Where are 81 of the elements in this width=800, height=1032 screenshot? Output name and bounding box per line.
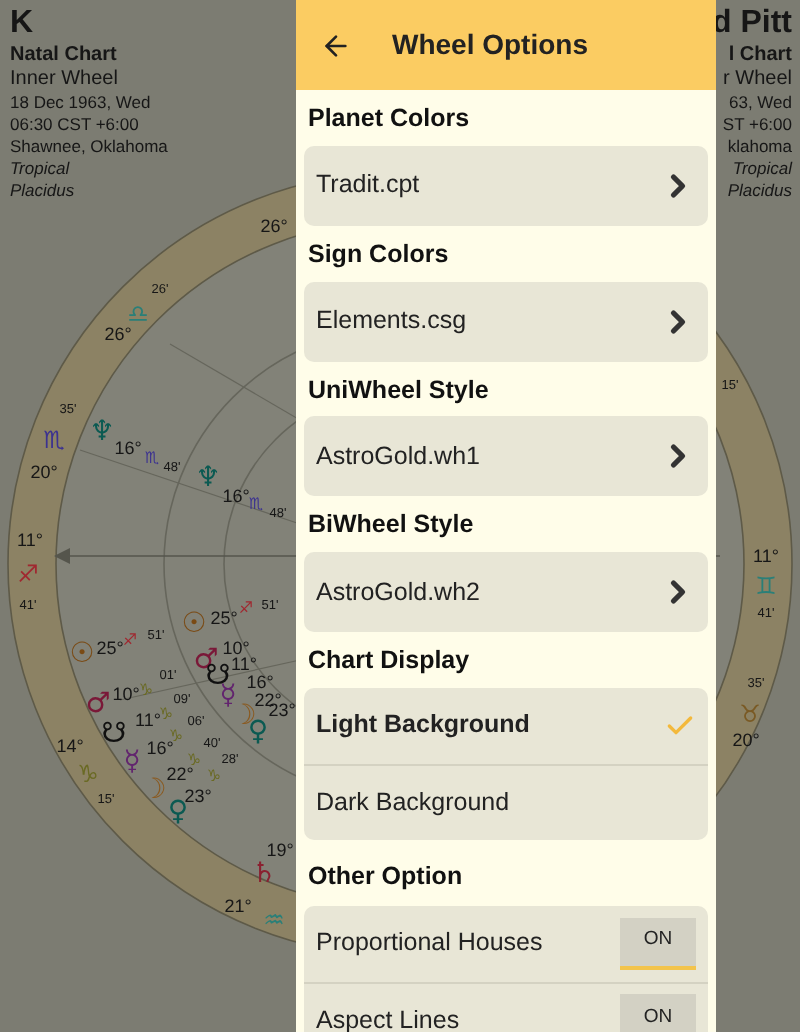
zodiac-sign: ♑ bbox=[138, 681, 154, 699]
zodiac-sign: ♎ bbox=[127, 300, 149, 328]
zodiac-sign: ♐ bbox=[238, 599, 254, 617]
degree-label: 16° bbox=[146, 738, 174, 758]
chart-place: klahoma bbox=[727, 136, 792, 158]
degree-label: 16° bbox=[114, 438, 142, 458]
zodiac-sign: ♑ bbox=[206, 767, 222, 785]
wheel-label: Inner Wheel bbox=[10, 68, 118, 92]
wheel-label: r Wheel bbox=[723, 68, 792, 92]
degree-label: 26° bbox=[260, 216, 288, 236]
section-heading: UniWheel Style bbox=[306, 373, 491, 408]
degree-label: 11° bbox=[17, 530, 43, 550]
planet-symbol: ☿ bbox=[123, 746, 141, 778]
section-heading: Planet Colors bbox=[306, 102, 472, 136]
toggle-button[interactable]: ON bbox=[620, 994, 696, 1032]
planet-symbol: ♀ bbox=[167, 796, 189, 828]
file-selector[interactable]: AstroGold.wh1 bbox=[304, 416, 708, 497]
chart-place: Shawnee, Oklahoma bbox=[10, 136, 168, 158]
planet-symbol: ♆ bbox=[195, 462, 221, 494]
degree-label: 25° bbox=[210, 608, 238, 628]
section-heading: BiWheel Style bbox=[306, 508, 476, 543]
planet-symbol: ♄ bbox=[251, 858, 277, 890]
degree-label: 11° bbox=[753, 546, 779, 566]
section-heading: Other Option bbox=[306, 859, 465, 894]
zodiac-sign: ♑ bbox=[77, 760, 99, 788]
degree-label: 11° bbox=[231, 654, 257, 674]
degree-label: 19° bbox=[266, 840, 294, 860]
zodiac-sign: ♑ bbox=[168, 727, 184, 745]
dialog-title: Wheel Options bbox=[392, 26, 588, 64]
chart-date: 18 Dec 1963, Wed bbox=[10, 92, 151, 114]
file-selector[interactable]: Tradit.cpt bbox=[304, 145, 708, 226]
degree-label: 11° bbox=[135, 710, 161, 730]
option-row[interactable]: Dark Background bbox=[304, 763, 708, 840]
chart-type: Natal Chart bbox=[10, 42, 117, 68]
degree-label: 25° bbox=[96, 638, 124, 658]
degree-label: 20° bbox=[30, 462, 58, 482]
degree-label: 26° bbox=[104, 324, 132, 344]
degree-label: 10° bbox=[222, 638, 250, 658]
back-button[interactable] bbox=[320, 29, 352, 61]
planet-symbol: ☉ bbox=[181, 608, 207, 640]
zodiac-sign: ♒ bbox=[263, 906, 285, 934]
zodiac-sign: ♏ bbox=[144, 449, 160, 467]
planet-symbol: ☉ bbox=[69, 638, 95, 670]
chart-time: 06:30 CST +6:00 bbox=[10, 114, 139, 136]
degree-label: 23° bbox=[184, 786, 212, 806]
planet-symbol: ♂ bbox=[85, 688, 111, 720]
zodiac-sign: ♐ bbox=[17, 560, 39, 588]
zodiac-type: Tropical bbox=[10, 158, 70, 180]
zodiac-sign: ♐ bbox=[122, 631, 138, 649]
degree-label: 22° bbox=[166, 764, 194, 784]
chart-name: K bbox=[10, 6, 34, 42]
option-label: Aspect Lines bbox=[316, 1003, 460, 1032]
degree-label: 14° bbox=[56, 736, 84, 756]
degree-label: 16° bbox=[246, 672, 274, 692]
chart-time: ST +6:00 bbox=[722, 114, 792, 136]
option-label: Proportional Houses bbox=[316, 926, 543, 961]
planet-symbol: ☽ bbox=[141, 774, 167, 806]
zodiac-sign: ♏ bbox=[43, 426, 65, 454]
planet-symbol: ☋ bbox=[101, 718, 127, 750]
planet-symbol: ♆ bbox=[89, 416, 115, 448]
degree-label: 20° bbox=[732, 730, 760, 750]
option-row[interactable]: Light Background bbox=[304, 687, 708, 764]
file-selector[interactable]: AstroGold.wh2 bbox=[304, 552, 708, 632]
degree-label: 16° bbox=[222, 486, 250, 506]
zodiac-sign: ♊ bbox=[755, 572, 777, 600]
zodiac-sign: ♑ bbox=[158, 705, 174, 723]
zodiac-sign: ♑ bbox=[186, 751, 202, 769]
zodiac-type: Tropical bbox=[732, 158, 792, 180]
degree-label: 10° bbox=[112, 684, 140, 704]
zodiac-sign: ♉ bbox=[739, 700, 761, 728]
house-system: Placidus bbox=[727, 180, 792, 202]
house-system: Placidus bbox=[10, 180, 75, 202]
zodiac-sign: ♏ bbox=[248, 495, 264, 513]
toggle-button[interactable]: ON bbox=[620, 917, 696, 969]
section-heading: Sign Colors bbox=[306, 237, 451, 272]
chart-date: 63, Wed bbox=[728, 92, 792, 114]
section-heading: Chart Display bbox=[306, 644, 472, 678]
chart-type: l Chart bbox=[728, 42, 792, 68]
degree-label: 21° bbox=[224, 896, 252, 916]
file-selector[interactable]: Elements.csg bbox=[304, 281, 708, 361]
degree-label: 23° bbox=[268, 700, 296, 720]
